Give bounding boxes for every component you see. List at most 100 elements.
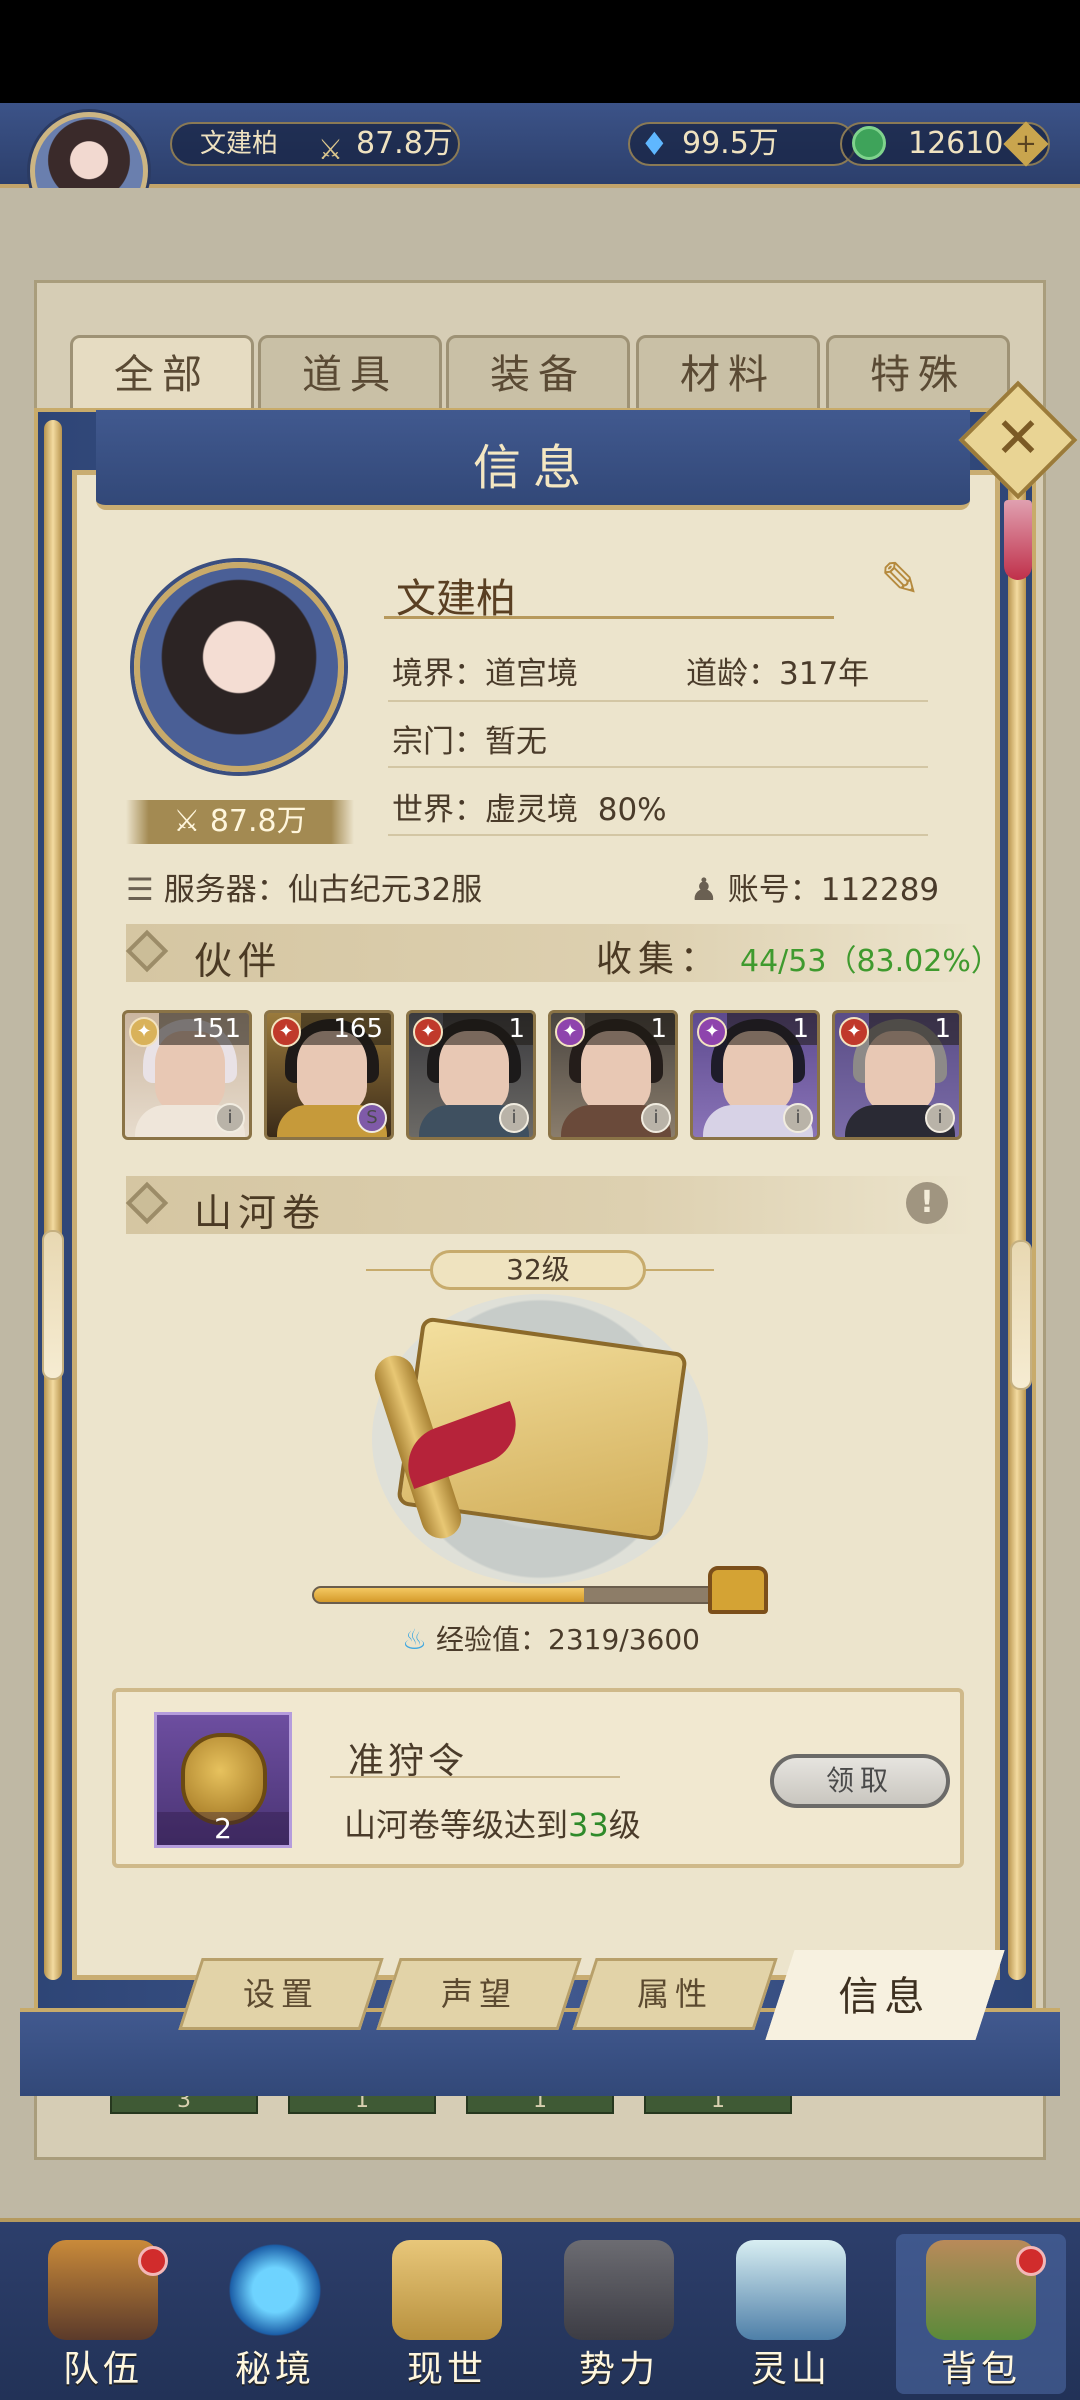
partner-card[interactable]: ✦ 165 S [264, 1010, 394, 1140]
exp-value: 2319/3600 [548, 1623, 700, 1656]
partner-card[interactable]: ✦ 1 i [832, 1010, 962, 1140]
partner-level: 1 [727, 1013, 817, 1045]
server-icon: ☰ [126, 872, 154, 908]
tab-reputation[interactable]: 声望 [376, 1958, 582, 2030]
nav-world[interactable]: 现世 [362, 2234, 532, 2394]
partner-level: 1 [869, 1013, 959, 1045]
profile-avatar [134, 562, 344, 772]
divider [388, 700, 928, 702]
partner-level: 1 [585, 1013, 675, 1045]
claim-button[interactable]: 领取 [770, 1754, 950, 1808]
reward-desc-suffix: 级 [608, 1806, 641, 1844]
realm-stat: 境界：道宫境 [392, 648, 578, 693]
nav-secret-realm[interactable]: 秘境 [190, 2234, 360, 2394]
partner-card[interactable]: ✦ 1 i [406, 1010, 536, 1140]
partners-title: 伙伴 [194, 939, 283, 983]
add-jade-button[interactable]: + [1003, 121, 1049, 167]
tab-info-label: 信息 [838, 1974, 931, 2020]
sect-stat: 宗门：暂无 [392, 716, 547, 761]
partner-level: 1 [443, 1013, 533, 1045]
tab-info[interactable]: 信息 [765, 1950, 1005, 2040]
portal-icon [220, 2240, 330, 2340]
nav-bag-label: 背包 [940, 2349, 1021, 2390]
partner-level: 165 [301, 1013, 391, 1045]
nav-secret-label: 秘境 [234, 2349, 315, 2390]
diamond-icon [125, 1181, 169, 1225]
nav-spirit-mountain[interactable]: 灵山 [706, 2234, 876, 2394]
nav-faction-label: 势力 [578, 2349, 659, 2390]
account-row: ♟ 账号：112289 [690, 864, 939, 909]
age-label: 道龄： [686, 656, 779, 692]
nav-team[interactable]: 队伍 [18, 2234, 188, 2394]
info-badge-icon: i [783, 1103, 813, 1133]
crystal-icon: ♦ [640, 125, 669, 163]
name-power-pill: 文建柏 ⚔ 87.8万 [170, 122, 460, 166]
account-value: 112289 [820, 872, 940, 908]
account-icon: ♟ [690, 872, 718, 908]
server-value: 仙古纪元32服 [287, 872, 483, 908]
world-progress: 80% [597, 792, 667, 828]
world-scroll-icon [392, 2240, 502, 2340]
tab-reputation-label: 声望 [440, 1975, 517, 2013]
element-icon: ✦ [555, 1017, 585, 1047]
tab-attributes-label: 属性 [636, 1975, 713, 2013]
plus-icon: + [1015, 128, 1037, 159]
info-badge-icon: i [215, 1103, 245, 1133]
nav-faction[interactable]: 势力 [534, 2234, 704, 2394]
nav-bag[interactable]: 背包 [896, 2234, 1066, 2394]
nav-team-label: 队伍 [62, 2349, 143, 2390]
bag-tab-all[interactable]: 全部 [70, 335, 254, 415]
nav-world-label: 现世 [406, 2349, 487, 2390]
profile-power: 87.8万 [209, 804, 307, 839]
realm-label: 境界： [392, 656, 485, 692]
bag-tab-items[interactable]: 道具 [258, 335, 442, 415]
scroll-section-header: 山河卷 [125, 1176, 978, 1235]
info-badge-icon: i [925, 1103, 955, 1133]
age-stat: 道龄：317年 [686, 648, 869, 693]
info-badge-icon: i [499, 1103, 529, 1133]
realm-value: 道宫境 [485, 656, 578, 692]
partner-card[interactable]: ✦ 151 i [122, 1010, 252, 1140]
age-value: 317年 [779, 656, 870, 692]
reward-desc-prefix: 山河卷等级达到 [344, 1806, 569, 1844]
server-row: ☰ 服务器：仙古纪元32服 [126, 864, 482, 909]
bag-tab-materials[interactable]: 材料 [636, 335, 820, 415]
element-icon: ✦ [271, 1017, 301, 1047]
world-value: 虚灵境 [485, 792, 578, 828]
diamond-icon [125, 929, 169, 973]
tab-settings[interactable]: 设置 [178, 1958, 384, 2030]
bag-tab-equipment[interactable]: 装备 [446, 335, 630, 415]
edit-name-brush-icon[interactable]: ✎ [880, 552, 920, 608]
close-tassel [1004, 500, 1032, 580]
treasure-chest-icon[interactable] [708, 1566, 768, 1614]
account-label: 账号： [727, 872, 821, 908]
info-badge-icon: i [641, 1103, 671, 1133]
server-label: 服务器： [163, 872, 288, 908]
notification-dot [1016, 2246, 1046, 2276]
palace-icon [564, 2240, 674, 2340]
element-icon: ✦ [697, 1017, 727, 1047]
scroll-rod-left [44, 420, 62, 1980]
close-icon: ✕ [994, 406, 1042, 471]
divider [388, 834, 928, 836]
power-icon: ⚔ [318, 133, 344, 166]
exp-progress-fill [314, 1588, 585, 1602]
reward-item[interactable]: 2 [154, 1712, 292, 1848]
scroll-help-icon[interactable]: ! [906, 1182, 948, 1224]
tab-attributes[interactable]: 属性 [572, 1958, 778, 2030]
partner-card[interactable]: ✦ 1 i [690, 1010, 820, 1140]
collect-value: 44/53（83.02%） [740, 944, 1001, 979]
exp-text: ♨ 经验值：2319/3600 [402, 1618, 700, 1658]
reward-count: 2 [157, 1812, 289, 1845]
jade-pill: 12610 + [840, 121, 1050, 167]
jade-icon [852, 126, 886, 160]
partner-card[interactable]: ✦ 1 i [548, 1010, 678, 1140]
element-icon: ✦ [129, 1017, 159, 1047]
status-bar-area [0, 0, 1080, 103]
modal-title: 信息 [472, 440, 593, 496]
tassel-left [42, 1230, 64, 1380]
crystal-pill: ♦ 99.5万 [628, 122, 856, 166]
jade-value: 12610 [908, 126, 1004, 161]
reward-description: 山河卷等级达到33级 [344, 1800, 641, 1846]
reward-divider [330, 1776, 620, 1778]
